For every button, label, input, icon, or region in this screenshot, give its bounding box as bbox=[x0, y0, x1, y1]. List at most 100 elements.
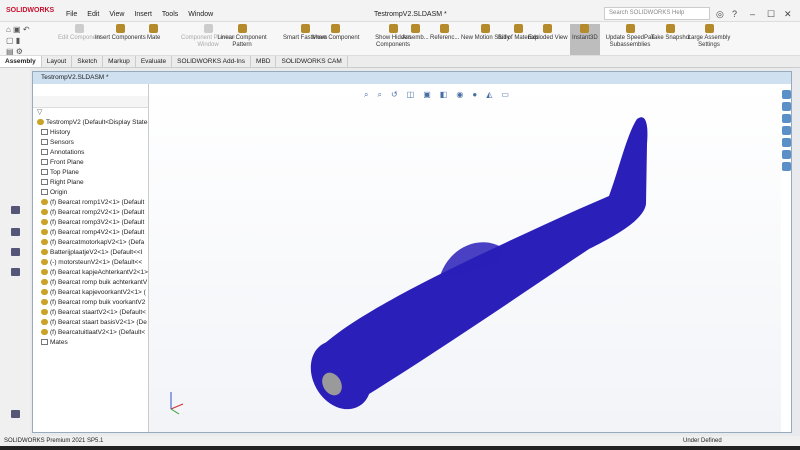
tab-layout[interactable]: Layout bbox=[42, 56, 73, 67]
ribbon-button[interactable]: Mate bbox=[147, 24, 160, 42]
ribbon-button[interactable]: Insert Components bbox=[95, 24, 146, 42]
close-button[interactable]: ✕ bbox=[784, 9, 792, 20]
appearance-icon[interactable]: ● bbox=[472, 90, 477, 100]
tree-item[interactable]: Front Plane bbox=[33, 158, 148, 168]
tool-icon[interactable] bbox=[11, 228, 20, 236]
ribbon-button[interactable]: Move Component bbox=[312, 24, 359, 42]
tree-item[interactable]: Right Plane bbox=[33, 178, 148, 188]
minimize-button[interactable]: – bbox=[750, 9, 755, 19]
tree-item[interactable]: (f) Bearcat romp2V2<1> (Default bbox=[33, 208, 148, 218]
tree-item[interactable]: (f) Bearcat kapjeAchterkantV2<1> bbox=[33, 268, 148, 278]
tree-item-label: Annotations bbox=[50, 149, 85, 156]
tree-item[interactable]: Sensors bbox=[33, 138, 148, 148]
command-icon bbox=[410, 24, 420, 33]
resources-icon[interactable] bbox=[782, 90, 791, 99]
section-view-icon[interactable]: ◫ bbox=[407, 90, 415, 100]
folder-icon bbox=[41, 189, 48, 196]
filter-icon[interactable]: ▽ bbox=[33, 108, 148, 118]
folder-icon bbox=[41, 139, 48, 146]
folder-icon bbox=[41, 159, 48, 166]
display-icon[interactable] bbox=[11, 410, 20, 418]
tab-solidworks-cam[interactable]: SOLIDWORKS CAM bbox=[276, 56, 348, 67]
tree-item[interactable]: (-) motorsteunV2<1> (Default<< bbox=[33, 258, 148, 268]
feature-manager-tabs[interactable] bbox=[33, 96, 148, 108]
user-icon[interactable]: ◎ bbox=[716, 9, 724, 20]
ribbon-button[interactable]: Linear Component Pattern bbox=[212, 24, 272, 49]
tool-icon[interactable] bbox=[11, 248, 20, 256]
command-icon bbox=[440, 24, 450, 33]
tree-item[interactable]: (f) BearcatmotorkapV2<1> (Defa bbox=[33, 238, 148, 248]
ribbon-button[interactable]: Large Assembly Settings bbox=[679, 24, 739, 49]
ribbon-button[interactable]: Assemb... bbox=[402, 24, 429, 42]
ribbon-button-label: Referenc... bbox=[430, 35, 460, 41]
command-icon bbox=[580, 24, 590, 33]
command-icon bbox=[543, 24, 553, 33]
tab-markup[interactable]: Markup bbox=[103, 56, 136, 67]
home-icon[interactable] bbox=[782, 102, 791, 111]
view-orientation-icon[interactable]: ▣ bbox=[423, 90, 431, 100]
hide-show-icon[interactable]: ◉ bbox=[456, 90, 463, 100]
menu-insert[interactable]: Insert bbox=[134, 11, 152, 18]
menu-view[interactable]: View bbox=[109, 11, 124, 18]
ribbon-button[interactable]: Exploded View bbox=[528, 24, 568, 42]
maximize-button[interactable]: ☐ bbox=[767, 9, 775, 20]
tool-icon[interactable] bbox=[11, 268, 20, 276]
view-settings-icon[interactable]: ▭ bbox=[501, 90, 509, 100]
design-library-icon[interactable] bbox=[782, 114, 791, 123]
display-style-icon[interactable]: ◧ bbox=[440, 90, 448, 100]
tree-item[interactable]: (f) Bearcat romp3V2<1> (Default bbox=[33, 218, 148, 228]
menu-tools[interactable]: Tools bbox=[162, 11, 178, 18]
tree-item-label: TestrompV2 (Default<Display State- bbox=[46, 119, 148, 126]
heads-up-toolbar[interactable]: ⌕ ⌕ ↺ ◫ ▣ ◧ ◉ ● ◭ ▭ bbox=[364, 90, 509, 100]
feature-manager-tree: ▽ TestrompV2 (Default<Display State- Hist… bbox=[33, 84, 149, 432]
part-icon bbox=[41, 229, 48, 236]
search-input[interactable]: Search SOLIDWORKS Help bbox=[604, 7, 710, 20]
menu-file[interactable]: File bbox=[66, 11, 77, 18]
tree-item[interactable]: TestrompV2 (Default<Display State- bbox=[33, 118, 148, 128]
tab-mbd[interactable]: MBD bbox=[251, 56, 277, 67]
previous-view-icon[interactable]: ↺ bbox=[391, 90, 398, 100]
file-explorer-icon[interactable] bbox=[782, 126, 791, 135]
menu-edit[interactable]: Edit bbox=[87, 11, 99, 18]
tree-item[interactable]: (f) Bearcat romp buik achterkantV bbox=[33, 278, 148, 288]
tree-item[interactable]: (f) BearcatuitlaatV2<1> (Default< bbox=[33, 328, 148, 338]
airplane-model[interactable] bbox=[149, 84, 781, 432]
zoom-fit-icon[interactable]: ⌕ bbox=[364, 90, 368, 100]
tree-item-label: Mates bbox=[50, 339, 68, 346]
tree-item[interactable]: (f) Bearcat kapjevoorkantV2<1> ( bbox=[33, 288, 148, 298]
menu-window[interactable]: Window bbox=[188, 11, 213, 18]
command-manager: ⌂ ▣ ↶ ▢ ▮ ▤ ⚙ Edit Component Insert Compone… bbox=[0, 22, 800, 56]
tab-solidworks-add-ins[interactable]: SOLIDWORKS Add-Ins bbox=[172, 56, 252, 67]
tab-sketch[interactable]: Sketch bbox=[72, 56, 104, 67]
command-icon bbox=[115, 24, 125, 33]
quick-access-toolbar[interactable]: ⌂ ▣ ↶ ▢ ▮ ▤ ⚙ bbox=[6, 24, 56, 57]
tree-item[interactable]: History bbox=[33, 128, 148, 138]
tree-item[interactable]: Top Plane bbox=[33, 168, 148, 178]
tree-item-label: (f) Bearcat romp2V2<1> (Default bbox=[50, 209, 145, 216]
tree-item[interactable]: (f) Bearcat staartV2<1> (Default< bbox=[33, 308, 148, 318]
ribbon-button[interactable]: Referenc... bbox=[430, 24, 459, 42]
graphics-area[interactable]: ⌕ ⌕ ↺ ◫ ▣ ◧ ◉ ● ◭ ▭ bbox=[149, 84, 781, 432]
tree-item[interactable]: (f) Bearcat romp buik voorkantV2 bbox=[33, 298, 148, 308]
help-icon[interactable]: ? bbox=[732, 9, 737, 19]
tree-item[interactable]: (f) Bearcat staart basisV2<1> (De bbox=[33, 318, 148, 328]
tab-assembly[interactable]: Assembly bbox=[0, 56, 42, 67]
command-tabs: Assembly Layout Sketch Markup Evaluate SOLIDW… bbox=[0, 56, 800, 68]
ribbon-button-label: Update SpeedPak Subassemblies bbox=[605, 35, 655, 48]
tree-item[interactable]: Origin bbox=[33, 188, 148, 198]
tab-evaluate[interactable]: Evaluate bbox=[136, 56, 173, 67]
part-icon bbox=[41, 319, 48, 326]
tree-item[interactable]: (f) Bearcat romp4V2<1> (Default bbox=[33, 228, 148, 238]
view-palette-icon[interactable] bbox=[782, 138, 791, 147]
scene-icon[interactable]: ◭ bbox=[486, 90, 492, 100]
zoom-area-icon[interactable]: ⌕ bbox=[377, 90, 381, 100]
tool-icon[interactable] bbox=[11, 206, 20, 214]
tree-item[interactable]: BatterijplaatjeV2<1> (Default<<I bbox=[33, 248, 148, 258]
tree-item[interactable]: Mates bbox=[33, 338, 148, 348]
tree-item[interactable]: Annotations bbox=[33, 148, 148, 158]
appearances-icon[interactable] bbox=[782, 150, 791, 159]
ribbon-button[interactable]: Instant3D bbox=[570, 24, 600, 55]
custom-properties-icon[interactable] bbox=[782, 162, 791, 171]
tree-item[interactable]: (f) Bearcat romp1V2<1> (Default bbox=[33, 198, 148, 208]
tree-item-label: Front Plane bbox=[50, 159, 84, 166]
